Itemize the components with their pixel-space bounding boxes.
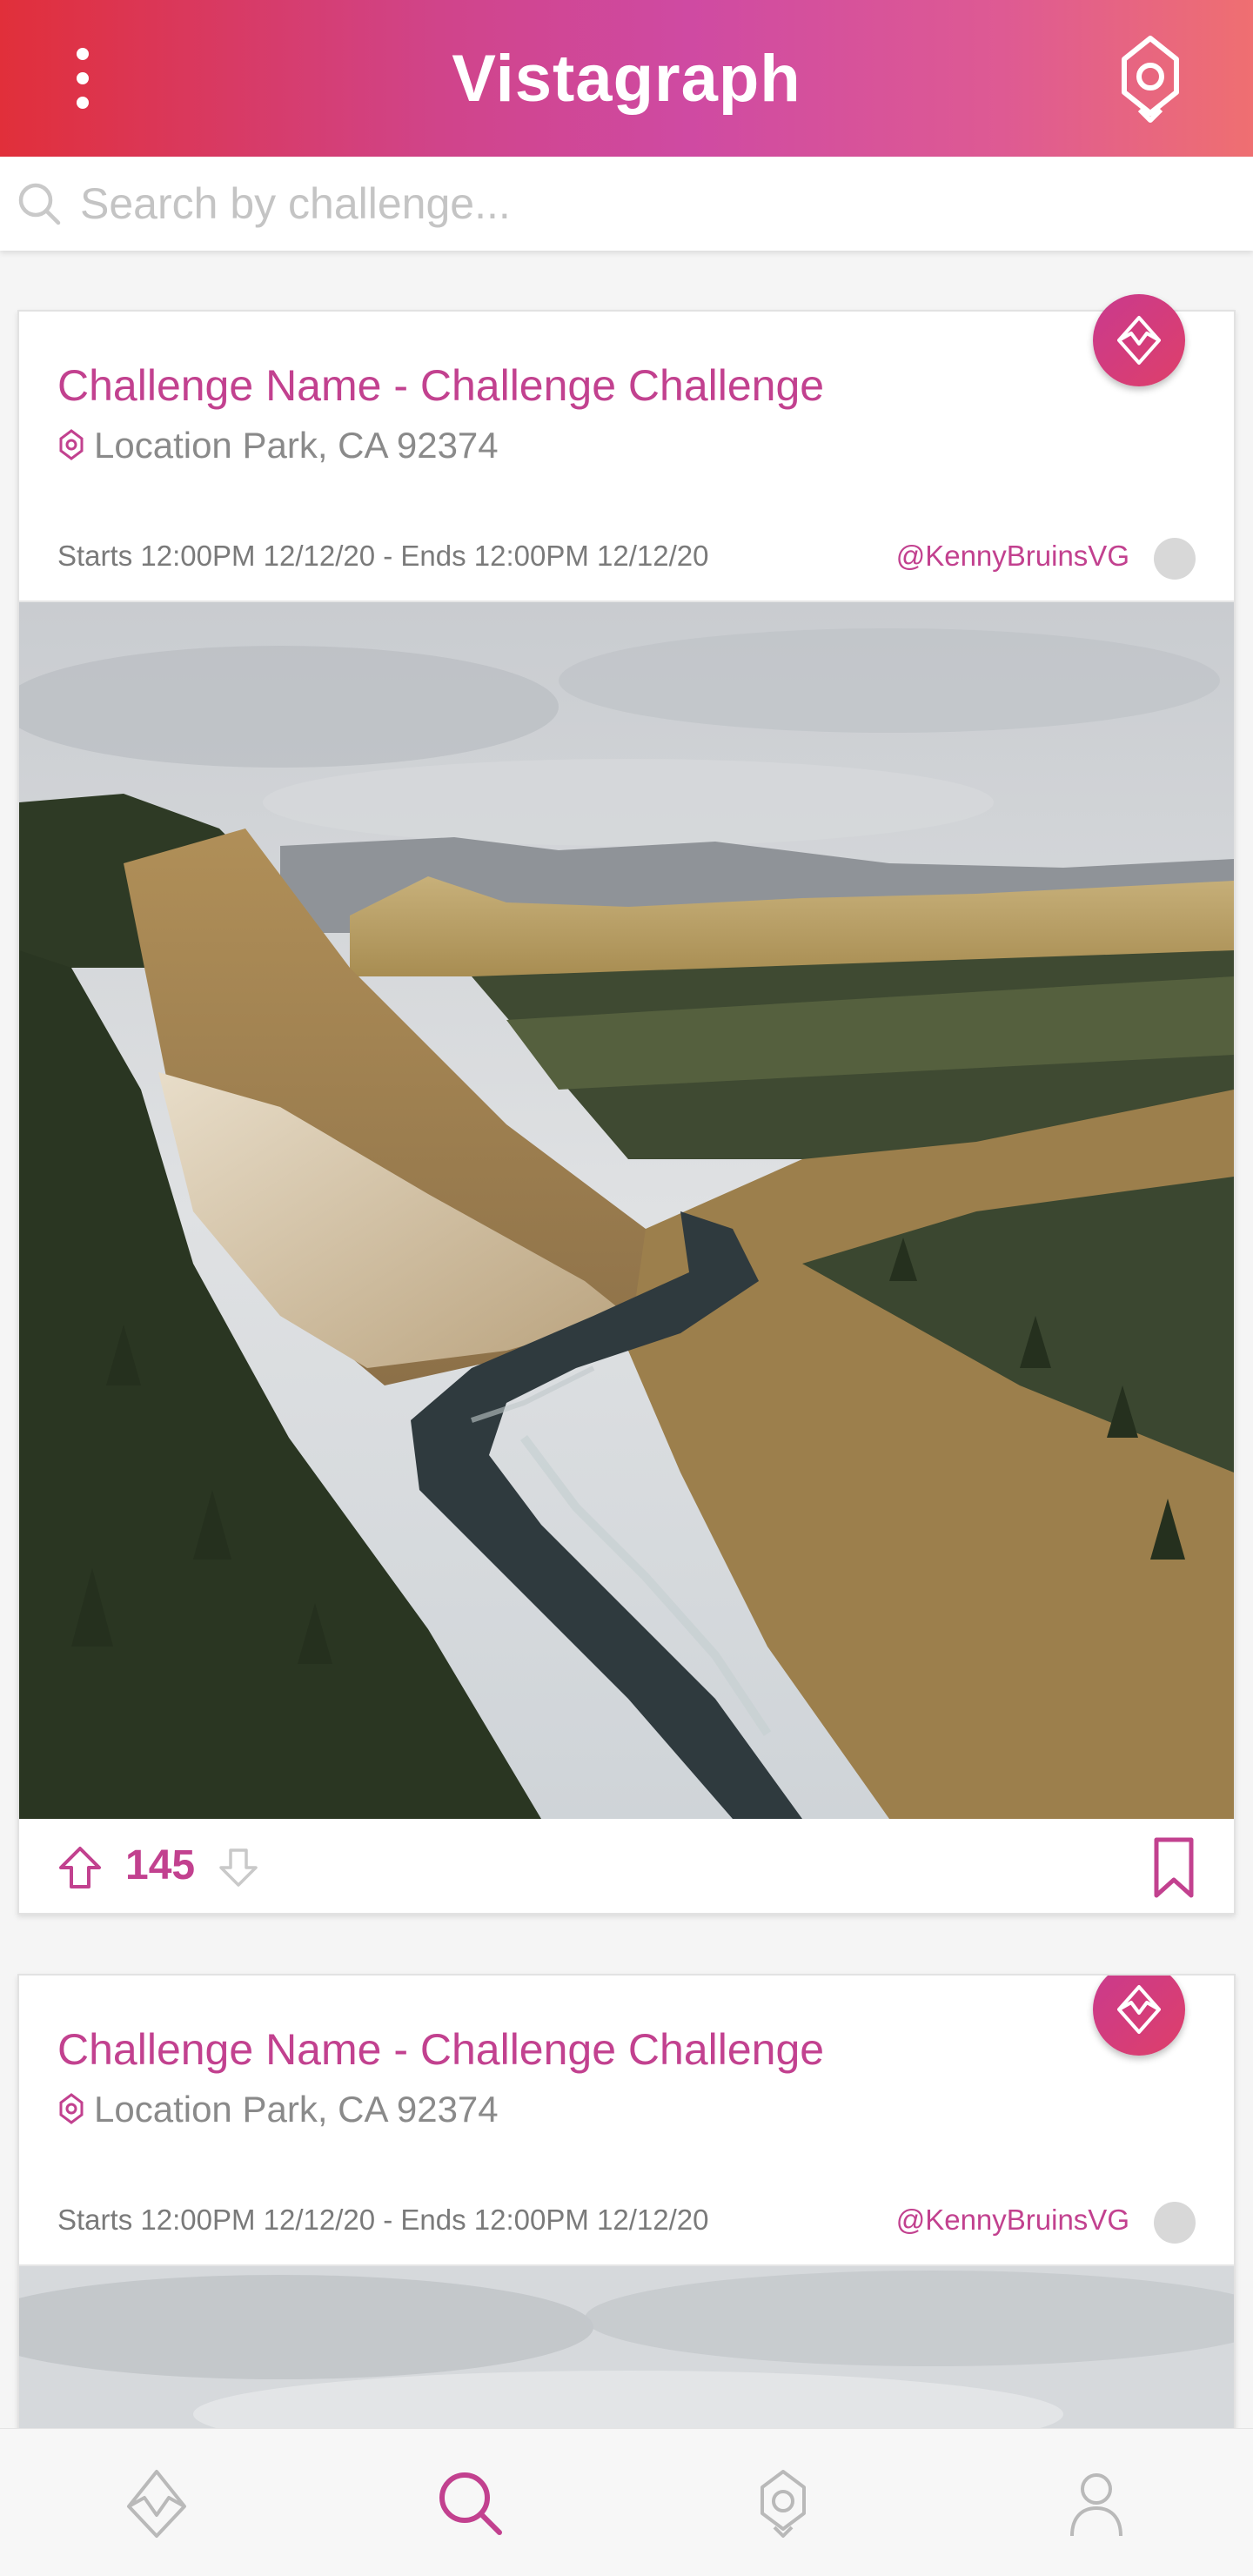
challenge-dates: Starts 12:00PM 12/12/20 - Ends 12:00PM 1… bbox=[57, 540, 709, 572]
nav-location[interactable] bbox=[731, 2451, 835, 2555]
location-pin-icon bbox=[59, 429, 84, 460]
location-text: Location Park, CA 92374 bbox=[94, 425, 499, 466]
vote-count: 145 bbox=[125, 1842, 196, 1888]
bookmark-icon[interactable] bbox=[1152, 1836, 1196, 1899]
card-header: Challenge Name - Challenge Challenge Loc… bbox=[19, 1976, 1234, 2266]
challenge-author[interactable]: @KennyBruinsVG bbox=[896, 540, 1129, 573]
nav-challenges[interactable] bbox=[104, 2451, 209, 2555]
bottom-navigation bbox=[0, 2428, 1253, 2576]
challenge-location: Location Park, CA 92374 bbox=[57, 2089, 499, 2130]
challenge-author[interactable]: @KennyBruinsVG bbox=[896, 2204, 1129, 2237]
search-icon bbox=[439, 2472, 502, 2535]
location-pin-icon bbox=[761, 2469, 806, 2538]
nav-search[interactable] bbox=[418, 2451, 522, 2555]
mountain-crystal-icon[interactable] bbox=[1093, 1976, 1185, 2056]
more-vertical-icon[interactable] bbox=[61, 48, 104, 109]
card-footer: 145 bbox=[19, 1819, 1234, 1913]
location-text: Location Park, CA 92374 bbox=[94, 2089, 499, 2130]
challenge-card[interactable]: Challenge Name - Challenge Challenge Loc… bbox=[17, 1974, 1236, 2444]
challenge-photo[interactable] bbox=[19, 602, 1234, 1819]
challenge-location: Location Park, CA 92374 bbox=[57, 425, 499, 466]
mountain-crystal-icon[interactable] bbox=[1093, 294, 1185, 386]
challenge-title[interactable]: Challenge Name - Challenge Challenge bbox=[57, 360, 824, 411]
app-header: Vistagraph bbox=[0, 0, 1253, 157]
challenge-dates: Starts 12:00PM 12/12/20 - Ends 12:00PM 1… bbox=[57, 2204, 709, 2236]
search-bar bbox=[0, 157, 1253, 251]
card-header: Challenge Name - Challenge Challenge Loc… bbox=[19, 294, 1234, 602]
nav-profile[interactable] bbox=[1044, 2451, 1149, 2555]
challenge-photo[interactable] bbox=[19, 2266, 1234, 2440]
challenge-title[interactable]: Challenge Name - Challenge Challenge bbox=[57, 2024, 824, 2075]
search-icon bbox=[18, 183, 61, 225]
location-pin-icon bbox=[59, 2093, 84, 2124]
profile-icon bbox=[1070, 2472, 1122, 2536]
avatar[interactable] bbox=[1154, 2202, 1196, 2244]
location-pin-icon[interactable] bbox=[1107, 33, 1194, 124]
search-input[interactable] bbox=[80, 172, 1229, 235]
downvote-arrow-icon[interactable] bbox=[218, 1847, 259, 1888]
upvote-arrow-icon[interactable] bbox=[57, 1845, 103, 1890]
app-title: Vistagraph bbox=[452, 41, 801, 116]
challenge-card[interactable]: Challenge Name - Challenge Challenge Loc… bbox=[17, 294, 1236, 1915]
challenges-icon bbox=[127, 2469, 186, 2538]
avatar[interactable] bbox=[1154, 538, 1196, 580]
